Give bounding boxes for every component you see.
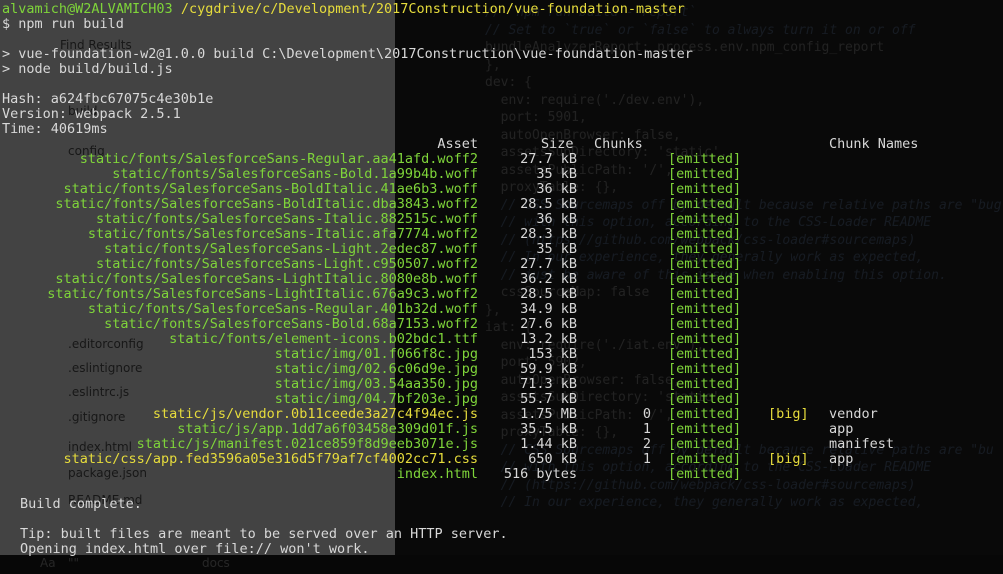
asset-name: static/fonts/SalesforceSans-Italic.afa77…: [87, 226, 478, 242]
asset-size: 153 kB: [528, 346, 577, 362]
asset-size: 34.9 kB: [520, 301, 577, 317]
asset-big-flag: [big]: [768, 406, 809, 422]
asset-chunk: 2: [642, 436, 651, 452]
asset-size: 27.7 kB: [520, 151, 577, 167]
asset-emitted: [emitted]: [668, 421, 742, 437]
asset-size: 27.7 kB: [520, 256, 577, 272]
asset-emitted: [emitted]: [668, 166, 742, 182]
asset-name: static/fonts/SalesforceSans-Light.2edec8…: [104, 241, 478, 257]
asset-chunk-name: app: [829, 421, 854, 437]
asset-emitted: [emitted]: [668, 346, 742, 362]
npm-line-1: > vue-foundation-w2@1.0.0 build C:\Devel…: [2, 46, 693, 62]
asset-emitted: [emitted]: [668, 181, 742, 197]
asset-emitted: [emitted]: [668, 151, 742, 167]
asset-name: static/fonts/SalesforceSans-BoldItalic.d…: [55, 196, 478, 212]
version-line: Version: webpack 2.5.1: [2, 106, 181, 122]
asset-size: 35.5 kB: [520, 421, 577, 437]
asset-emitted: [emitted]: [668, 451, 742, 467]
asset-name: static/fonts/element-icons.b02bdc1.ttf: [169, 331, 478, 347]
header-asset: Asset: [437, 136, 478, 152]
asset-size: 28.3 kB: [520, 226, 577, 242]
asset-chunk: 0: [642, 406, 651, 422]
asset-size: 13.2 kB: [520, 331, 577, 347]
asset-size: 59.9 kB: [520, 361, 577, 377]
asset-size: 28.5 kB: [520, 196, 577, 212]
asset-name: static/fonts/SalesforceSans-Bold.1a99b4b…: [112, 166, 478, 182]
build-complete: Build complete.: [20, 496, 142, 512]
asset-name: static/fonts/SalesforceSans-Light.c95050…: [95, 256, 478, 272]
asset-chunk-name: manifest: [829, 436, 895, 452]
asset-size: 71.3 kB: [520, 376, 577, 392]
asset-emitted: [emitted]: [668, 256, 742, 272]
asset-emitted: [emitted]: [668, 361, 742, 377]
asset-name: static/img/02.6c06d9e.jpg: [274, 361, 478, 377]
asset-size: 516 bytes: [503, 466, 577, 482]
asset-emitted: [emitted]: [668, 316, 742, 332]
header-chunk-names: Chunk Names: [829, 136, 919, 152]
asset-emitted: [emitted]: [668, 271, 742, 287]
asset-name: static/js/app.1dd7a6f03458e309d01f.js: [177, 421, 478, 437]
asset-emitted: [emitted]: [668, 466, 742, 482]
asset-size: 36.2 kB: [520, 271, 577, 287]
asset-name: static/fonts/SalesforceSans-LightItalic.…: [55, 271, 478, 287]
asset-emitted: [emitted]: [668, 211, 742, 227]
asset-chunk-name: app: [829, 451, 854, 467]
asset-size: 35 kB: [536, 166, 577, 182]
asset-name: static/fonts/SalesforceSans-LightItalic.…: [47, 286, 478, 302]
prompt-user: alvamich@W2ALVAMICH03: [2, 1, 173, 17]
asset-name: static/img/03.54aa350.jpg: [274, 376, 478, 392]
asset-size: 1.44 kB: [520, 436, 577, 452]
asset-emitted: [emitted]: [668, 376, 742, 392]
asset-name: static/fonts/SalesforceSans-Bold.68a7153…: [104, 316, 478, 332]
asset-name: static/fonts/SalesforceSans-Italic.88251…: [95, 211, 478, 227]
prompt-line: alvamich@W2ALVAMICH03 /cygdrive/c/Develo…: [2, 2, 685, 17]
asset-size: 36 kB: [536, 211, 577, 227]
header-chunks: Chunks: [594, 136, 643, 152]
asset-emitted: [emitted]: [668, 436, 742, 452]
terminal-window[interactable]: alvamich@W2ALVAMICH03 /cygdrive/c/Develo…: [0, 0, 1003, 574]
asset-emitted: [emitted]: [668, 391, 742, 407]
tip-line-2: Opening index.html over file:// won't wo…: [20, 541, 370, 557]
asset-emitted: [emitted]: [668, 196, 742, 212]
asset-size: 650 kB: [528, 451, 577, 467]
asset-name: static/img/01.f066f8c.jpg: [274, 346, 478, 362]
asset-size: 36 kB: [536, 181, 577, 197]
npm-line-2: > node build/build.js: [2, 61, 173, 77]
asset-name: static/img/04.7bf203e.jpg: [274, 391, 478, 407]
asset-emitted: [emitted]: [668, 301, 742, 317]
command-line: $ npm run build: [2, 16, 124, 32]
asset-name: static/js/vendor.0b11ceede3a27c4f94ec.js: [152, 406, 478, 422]
asset-big-flag: [big]: [768, 451, 809, 467]
asset-name: index.html: [396, 466, 478, 482]
asset-chunk-name: vendor: [829, 406, 878, 422]
asset-name: static/css/app.fed3596a05e316d5f79af7cf4…: [63, 451, 478, 467]
asset-size: 1.75 MB: [520, 406, 577, 422]
asset-emitted: [emitted]: [668, 226, 742, 242]
asset-chunk: 1: [642, 451, 651, 467]
tip-line: Tip: built files are meant to be served …: [20, 526, 508, 542]
asset-name: static/fonts/SalesforceSans-Regular.401b…: [87, 301, 478, 317]
asset-name: static/fonts/SalesforceSans-BoldItalic.4…: [63, 181, 478, 197]
asset-size: 27.6 kB: [520, 316, 577, 332]
asset-chunk: 1: [642, 421, 651, 437]
asset-emitted: [emitted]: [668, 406, 742, 422]
asset-emitted: [emitted]: [668, 286, 742, 302]
asset-size: 55.7 kB: [520, 391, 577, 407]
asset-emitted: [emitted]: [668, 331, 742, 347]
asset-name: static/js/manifest.021ce859f8d9eeb3071e.…: [136, 436, 478, 452]
asset-emitted: [emitted]: [668, 241, 742, 257]
asset-size: 35 kB: [536, 241, 577, 257]
time-line: Time: 40619ms: [2, 121, 108, 137]
asset-name: static/fonts/SalesforceSans-Regular.aa41…: [79, 151, 478, 167]
hash-line: Hash: a624fbc67075c4e30b1e: [2, 91, 214, 107]
header-size: Size: [541, 136, 574, 152]
asset-size: 28.5 kB: [520, 286, 577, 302]
prompt-path: /cygdrive/c/Development/2017Construction…: [180, 1, 685, 17]
